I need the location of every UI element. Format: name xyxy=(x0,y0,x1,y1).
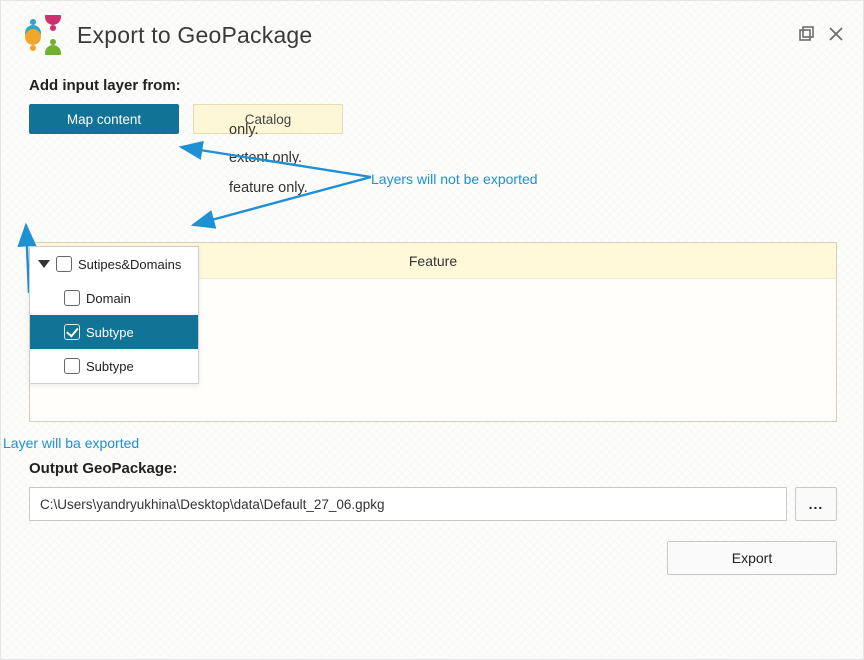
dialog-window: Export to GeoPackage Add input layer fro… xyxy=(0,0,864,660)
output-label: Output GeoPackage: xyxy=(29,460,837,477)
restore-window-icon[interactable] xyxy=(797,25,815,46)
tree-root-label: Sutipes&Domains xyxy=(78,257,181,272)
source-tabs: Map content Catalog xyxy=(29,104,837,134)
export-button[interactable]: Export xyxy=(667,541,837,575)
app-logo-icon xyxy=(23,15,63,55)
annotation-will-export: Layer will ba exported xyxy=(3,435,139,451)
tree-item-subtype-selected[interactable]: Subtype xyxy=(30,315,198,349)
titlebar: Export to GeoPackage xyxy=(1,1,863,65)
tree-item-label: Subtype xyxy=(86,359,134,374)
add-layer-label: Add input layer from: xyxy=(29,77,837,94)
annotation-not-exported: Layers will not be exported xyxy=(371,171,538,187)
browse-button[interactable]: ... xyxy=(795,487,837,521)
tree-item-subtype[interactable]: Subtype xyxy=(30,349,198,383)
checkbox-root[interactable] xyxy=(56,256,72,272)
radio-options-partial: only. extent only. feature only. xyxy=(229,150,308,204)
layer-tree-dropdown[interactable]: Sutipes&Domains Domain Subtype Subtype xyxy=(29,246,199,384)
tree-item-label: Subtype xyxy=(86,325,134,340)
dialog-title: Export to GeoPackage xyxy=(77,22,312,49)
tab-map-content[interactable]: Map content xyxy=(29,104,179,134)
tab-catalog[interactable]: Catalog xyxy=(193,104,343,134)
tree-root-row[interactable]: Sutipes&Domains xyxy=(30,247,198,281)
checkbox-subtype[interactable] xyxy=(64,358,80,374)
output-path-input[interactable] xyxy=(29,487,787,521)
dialog-body: Add input layer from: Map content Catalo… xyxy=(1,65,863,591)
checkbox-subtype-checked[interactable] xyxy=(64,324,80,340)
chevron-down-icon xyxy=(38,260,50,268)
tree-item-label: Domain xyxy=(86,291,131,306)
tree-item-domain[interactable]: Domain xyxy=(30,281,198,315)
close-icon[interactable] xyxy=(827,25,845,46)
checkbox-domain[interactable] xyxy=(64,290,80,306)
